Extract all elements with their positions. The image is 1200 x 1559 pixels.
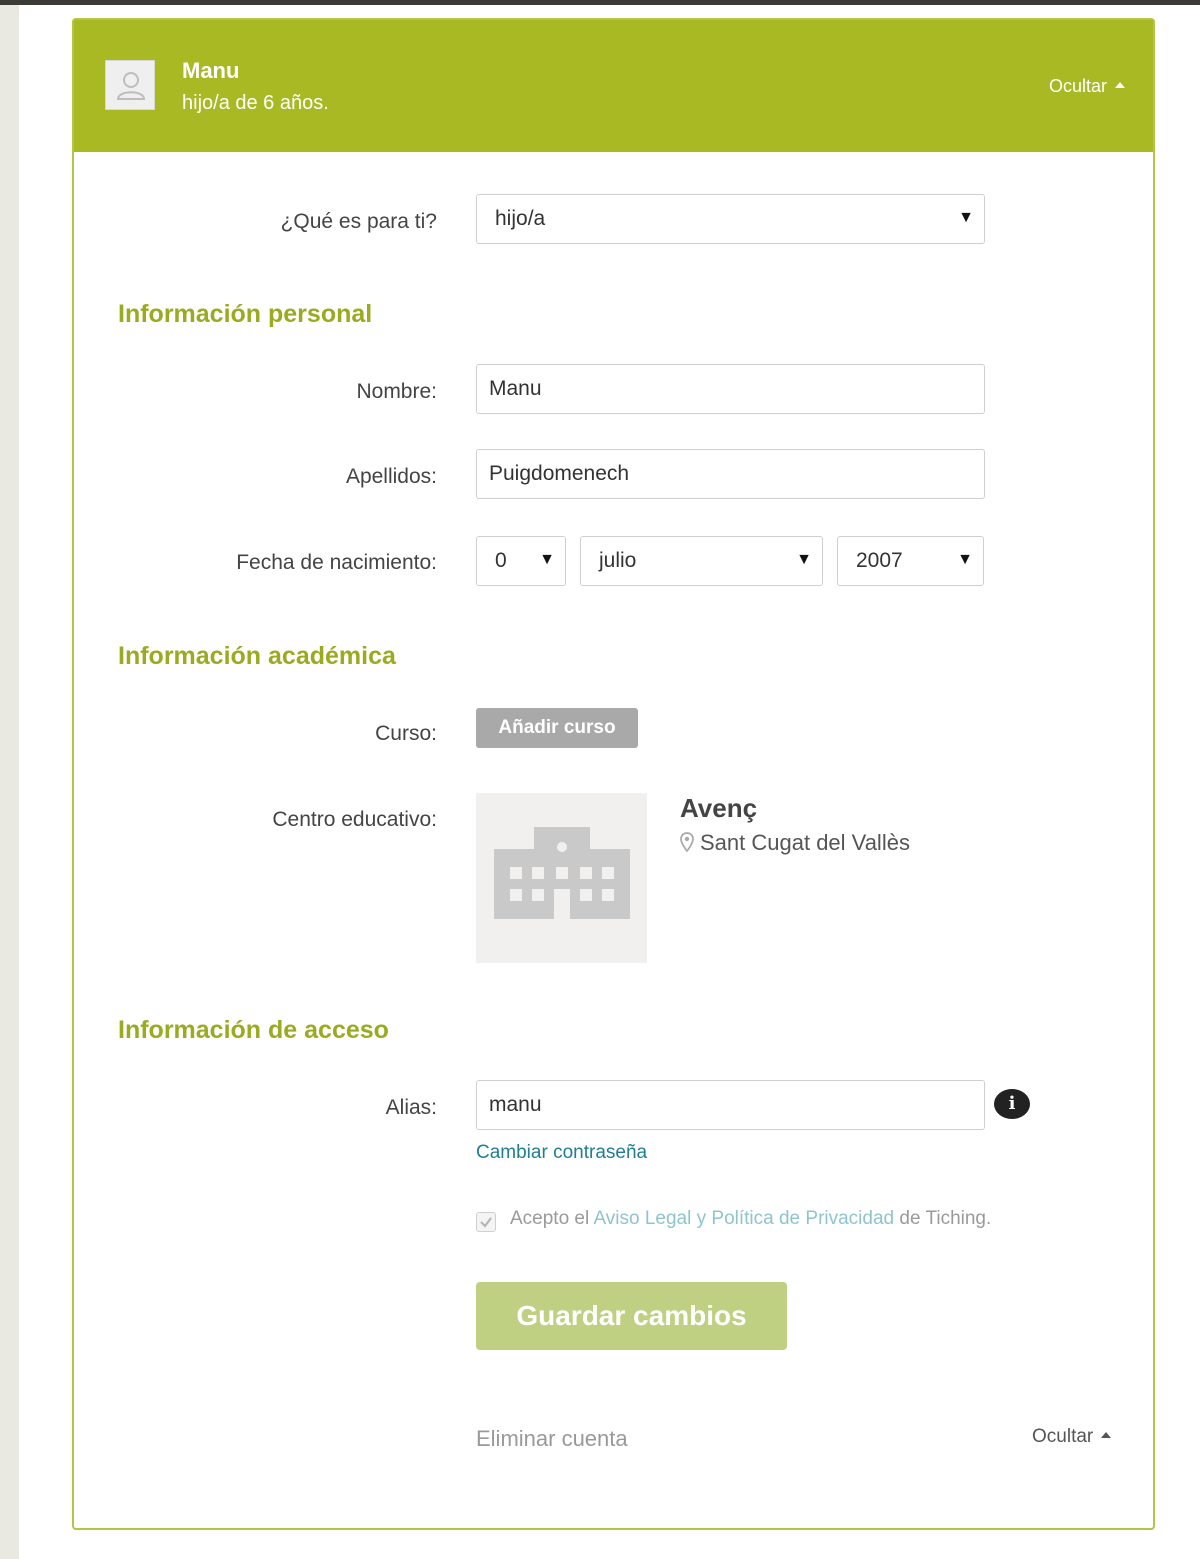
hide-link-bottom[interactable]: Ocultar [1032, 1426, 1112, 1448]
last-name-value: Puigdomenech [489, 462, 630, 485]
birth-date-label: Fecha de nacimiento: [236, 551, 437, 574]
left-gutter [0, 5, 19, 1559]
alias-label: Alias: [385, 1096, 437, 1119]
relation-select[interactable]: hijo/a ▼ [476, 194, 985, 244]
terms-text: Acepto el Aviso Legal y Política de Priv… [510, 1208, 991, 1230]
avatar [105, 60, 155, 110]
hide-link-label: Ocultar [1032, 1426, 1094, 1447]
relation-select-value: hijo/a [495, 207, 546, 230]
chevron-down-icon: ▼ [796, 551, 812, 568]
school-building-icon [494, 827, 630, 919]
add-course-button[interactable]: Añadir curso [476, 708, 638, 748]
birth-year-value: 2007 [856, 549, 903, 572]
school-image [476, 793, 647, 963]
terms-checkbox[interactable] [476, 1212, 496, 1232]
first-name-label: Nombre: [356, 380, 437, 403]
terms-prefix: Acepto el [510, 1208, 594, 1229]
info-icon[interactable]: i [994, 1089, 1030, 1119]
course-label: Curso: [375, 722, 437, 745]
first-name-value: Manu [489, 377, 542, 400]
section-title-academic: Información académica [118, 642, 396, 670]
map-pin-icon [680, 832, 694, 853]
terms-suffix: de Tiching. [894, 1208, 992, 1229]
school-name: Avenç [680, 793, 758, 823]
last-name-input[interactable]: Puigdomenech [476, 449, 985, 499]
chevron-down-icon: ▼ [958, 209, 974, 226]
change-password-link[interactable]: Cambiar contraseña [476, 1142, 647, 1164]
user-silhouette-icon [116, 72, 146, 100]
hide-link-top[interactable]: Ocultar [1049, 76, 1125, 97]
relation-label: ¿Qué es para ti? [280, 210, 437, 233]
chevron-down-icon: ▼ [539, 551, 555, 568]
child-name: Manu [182, 58, 240, 83]
caret-up-icon [1115, 82, 1125, 89]
school-location: Sant Cugat del Vallès [680, 830, 910, 856]
card-header: Manu hijo/a de 6 años. Ocultar [74, 20, 1153, 152]
top-bar [0, 0, 1200, 5]
section-title-access: Información de acceso [118, 1016, 389, 1044]
child-profile-card: Manu hijo/a de 6 años. Ocultar ¿Qué es p… [72, 18, 1155, 1530]
chevron-down-icon: ▼ [957, 551, 973, 568]
alias-value: manu [489, 1093, 542, 1116]
first-name-input[interactable]: Manu [476, 364, 985, 414]
school-location-text: Sant Cugat del Vallès [700, 830, 910, 855]
checkmark-icon [480, 1217, 492, 1228]
hide-link-label: Ocultar [1048, 76, 1107, 96]
school-label: Centro educativo: [272, 808, 437, 831]
section-title-personal: Información personal [118, 300, 373, 328]
alias-input[interactable]: manu [476, 1080, 985, 1130]
legal-notice-link[interactable]: Aviso Legal y Política de Privacidad [593, 1208, 894, 1229]
child-subtitle: hijo/a de 6 años. [182, 92, 329, 114]
birth-month-select[interactable]: julio ▼ [580, 536, 823, 586]
save-button[interactable]: Guardar cambios [476, 1282, 787, 1350]
last-name-label: Apellidos: [345, 465, 437, 488]
birth-month-value: julio [599, 549, 637, 572]
birth-day-select[interactable]: 0 ▼ [476, 536, 566, 586]
caret-up-icon [1101, 1431, 1112, 1438]
delete-account-link[interactable]: Eliminar cuenta [476, 1426, 628, 1452]
birth-day-value: 0 [495, 549, 507, 572]
birth-year-select[interactable]: 2007 ▼ [837, 536, 984, 586]
